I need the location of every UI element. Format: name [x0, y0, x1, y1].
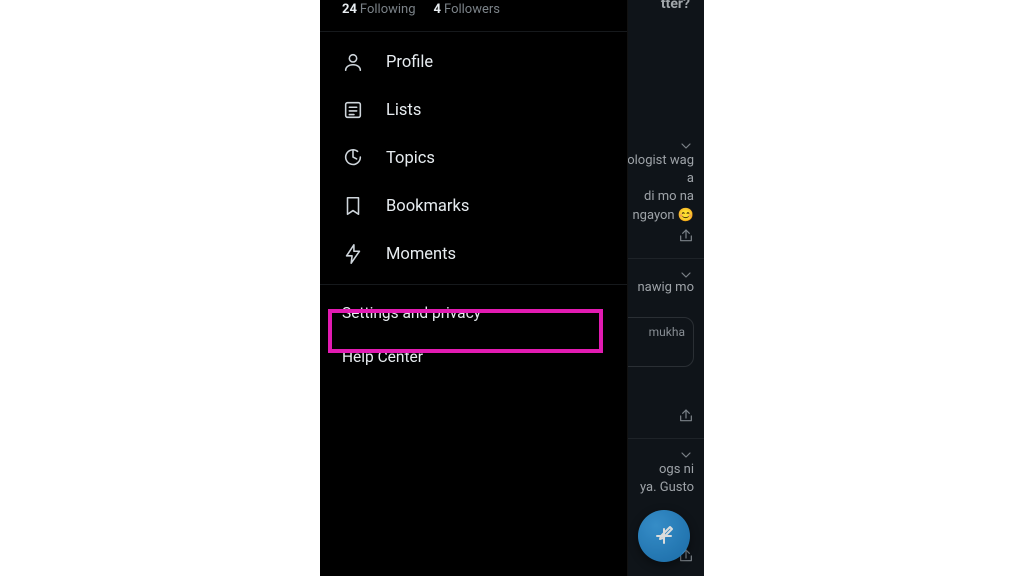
following-label: Following [360, 2, 416, 17]
topics-icon [342, 147, 364, 169]
followers-count: 4 [434, 2, 441, 17]
menu-label: Settings and privacy [342, 304, 481, 322]
tweet-line: ya. Gusto [640, 479, 694, 497]
profile-icon [342, 51, 364, 73]
share-icon[interactable] [678, 408, 694, 430]
menu-item-bookmarks[interactable]: Bookmarks [320, 182, 627, 230]
tweet-text-fragment: ogs ni ya. Gusto [640, 461, 694, 497]
stage: tter? ologist wag a di mo na ngayon 😊 [0, 0, 1024, 576]
menu-item-lists[interactable]: Lists [320, 86, 627, 134]
menu-item-topics[interactable]: Topics [320, 134, 627, 182]
menu-label: Topics [386, 149, 435, 168]
tweet-text-fragment: nawig mo [637, 279, 694, 297]
tweet-line: mukha [625, 324, 685, 341]
tweet-line: ngayon 😊 [627, 207, 694, 225]
share-icon[interactable] [678, 228, 694, 250]
follow-stats: 24Following 4Followers [320, 0, 627, 31]
menu-item-settings-privacy[interactable]: Settings and privacy [320, 291, 627, 335]
menu-label: Lists [386, 101, 421, 120]
phone-screenshot: tter? ologist wag a di mo na ngayon 😊 [320, 0, 704, 576]
tweet-line: nawig mo [637, 279, 694, 297]
tweet-line: ologist wag [627, 152, 694, 170]
tweet-text-fragment: ologist wag a di mo na ngayon 😊 [627, 152, 694, 225]
menu-item-help-center[interactable]: Help Center [320, 335, 627, 379]
menu-label: Help Center [342, 348, 423, 366]
menu-label: Profile [386, 53, 433, 72]
bg-header-text-fragment: tter? [661, 0, 690, 12]
menu-label: Bookmarks [386, 197, 469, 216]
moments-icon [342, 243, 364, 265]
compose-tweet-button[interactable] [638, 510, 690, 562]
menu-label: Moments [386, 245, 456, 264]
lists-icon [342, 99, 364, 121]
following-stat[interactable]: 24Following [342, 2, 416, 17]
following-count: 24 [342, 2, 357, 17]
navigation-drawer: 24Following 4Followers Profile [320, 0, 628, 576]
secondary-menu: Settings and privacy Help Center [320, 285, 627, 385]
tweet-line: di mo na [627, 188, 694, 206]
menu-item-profile[interactable]: Profile [320, 38, 627, 86]
menu-item-moments[interactable]: Moments [320, 230, 627, 278]
tweet-line: ogs ni [640, 461, 694, 479]
followers-label: Followers [444, 2, 500, 17]
primary-menu: Profile Lists Topics [320, 32, 627, 284]
followers-stat[interactable]: 4Followers [434, 2, 500, 17]
bookmarks-icon [342, 195, 364, 217]
tweet-line: a [627, 170, 694, 188]
